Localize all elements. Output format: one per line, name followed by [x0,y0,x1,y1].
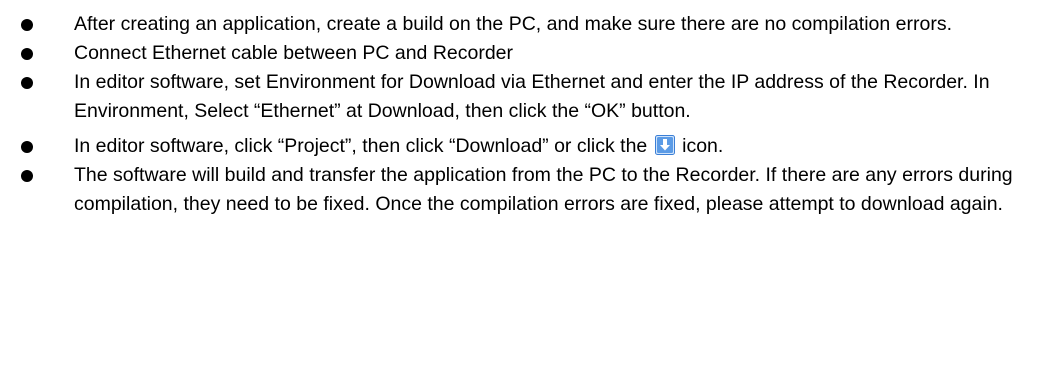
list-item-text: In editor software, set Environment for … [74,71,990,122]
bullet-dot-icon [21,141,33,153]
list-item: Connect Ethernet cable between PC and Re… [0,39,1058,68]
bullet-dot-icon [21,170,33,182]
bullet-dot-icon [21,19,33,31]
list-item-text: The software will build and transfer the… [74,164,1013,215]
list-item: In editor software, click “Project”, the… [0,132,1058,161]
bullet-dot-icon [21,77,33,89]
document-page: After creating an application, create a … [0,0,1058,376]
list-item-text-before-icon: In editor software, click “Project”, the… [74,135,648,157]
instruction-list: After creating an application, create a … [0,10,1058,219]
list-item-text: Connect Ethernet cable between PC and Re… [74,42,514,64]
list-item: After creating an application, create a … [0,10,1058,39]
list-item-text: After creating an application, create a … [74,13,952,35]
list-item: The software will build and transfer the… [0,161,1058,219]
list-item: In editor software, set Environment for … [0,68,1058,126]
bullet-dot-icon [21,48,33,60]
download-icon [654,135,675,155]
list-item-text-after-icon: icon. [682,135,724,157]
